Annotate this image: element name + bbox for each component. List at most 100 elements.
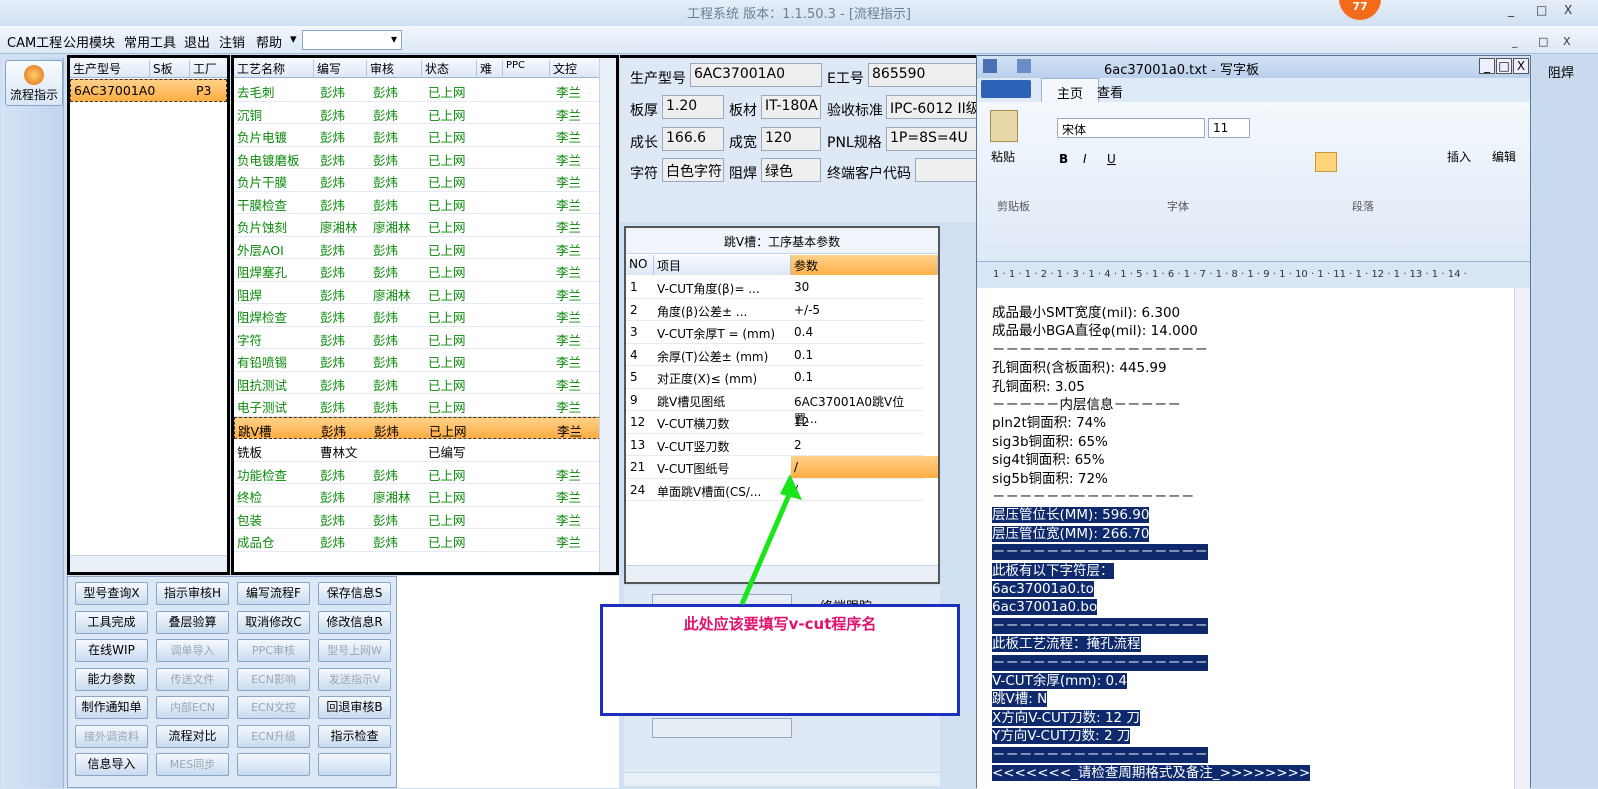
table-row[interactable]: 5 对正度(X)≤ (mm) 0.1 [626, 366, 924, 389]
clipboard-icon[interactable] [990, 110, 1018, 142]
table-row[interactable]: 12 V-CUT横刀数 12 [626, 411, 924, 434]
action-button[interactable]: ECN影响 [237, 667, 310, 691]
table-row[interactable]: 负电镀磨板 彭炜 彭炜 已上网 李兰 [234, 147, 616, 169]
document-area[interactable]: 成品最小SMT宽度(mil): 6.300 成品最小BGA直径φ(mil): 14… [977, 288, 1530, 789]
table-row[interactable]: 有铅喷锡 彭炜 彭炜 已上网 李兰 [234, 349, 616, 372]
table-row[interactable]: 阻焊检查 彭炜 彭炜 已上网 李兰 [234, 304, 616, 327]
action-button[interactable]: 叠层验算 [156, 610, 229, 634]
table-row[interactable]: 3 V-CUT余厚T = (mm) 0.4 [626, 321, 924, 344]
col-header[interactable]: 项目 [654, 255, 791, 275]
table-row[interactable]: 6AC37001A0 P3 [70, 79, 227, 102]
align-left-icon[interactable] [1315, 152, 1337, 172]
paste-label[interactable]: 粘贴 [991, 148, 1015, 165]
pnl-field[interactable]: 1P=8S=4U [886, 127, 980, 151]
table-row[interactable]: 字符 彭炜 彭炜 已上网 李兰 [234, 327, 616, 349]
table-row[interactable]: 4 余厚(T)公差± (mm) 0.1 [626, 344, 924, 366]
table-row[interactable]: 功能检查 彭炜 彭炜 已上网 李兰 [234, 462, 616, 484]
close-button[interactable]: X [1564, 3, 1572, 17]
table-row[interactable]: 去毛刺 彭炜 彭炜 已上网 李兰 [234, 79, 616, 102]
table-row[interactable]: 负片干膜 彭炜 彭炜 已上网 李兰 [234, 169, 616, 192]
char-field[interactable]: 白色字符 [662, 158, 724, 182]
action-button[interactable]: 型号查询X [75, 582, 148, 605]
italic-icon[interactable]: I [1083, 152, 1087, 166]
thickness-field[interactable]: 1.20 [662, 95, 724, 119]
vertical-scrollbar[interactable] [1514, 288, 1530, 789]
bold-icon[interactable]: B [1059, 152, 1068, 166]
action-button[interactable]: 调单导入 [156, 639, 229, 662]
action-button[interactable]: 回退审核B [318, 696, 391, 719]
app-menu-button[interactable] [981, 80, 1031, 98]
table-row[interactable]: 终检 彭炜 廖湘林 已上网 李兰 [234, 484, 616, 507]
table-row[interactable]: 1 V-CUT角度(β)= ... 30 [626, 276, 924, 299]
edit-button[interactable]: 编辑 [1492, 148, 1516, 165]
mdi-minimize-button[interactable]: _ [1512, 35, 1518, 48]
action-button[interactable]: 型号上网W [318, 639, 391, 662]
action-button[interactable]: 指示检查 [318, 724, 391, 748]
action-button[interactable]: 编写流程F [237, 582, 310, 605]
save-icon[interactable] [1017, 59, 1031, 73]
menu-combo[interactable]: ▾ [302, 30, 402, 50]
action-button[interactable]: 保存信息S [318, 582, 391, 605]
table-row[interactable]: 9 跳V槽见图纸 6AC37001A0跳V位置... [626, 389, 924, 426]
col-header[interactable]: 状态 [422, 60, 477, 78]
menu-exit[interactable]: 退出 [184, 32, 210, 51]
col-header[interactable]: 生产型号 [70, 60, 150, 78]
col-header[interactable]: S板 [150, 60, 190, 78]
maximize-button[interactable]: □ [1536, 3, 1547, 17]
width-field[interactable]: 120 [761, 127, 821, 151]
action-button[interactable]: 发送指示V [318, 667, 391, 691]
customer-field[interactable] [915, 158, 980, 182]
prod-model-field[interactable]: 6AC37001A0 [690, 63, 822, 87]
col-header[interactable]: 文控 [550, 60, 600, 78]
minimize-button[interactable]: _ [1508, 3, 1514, 17]
table-row[interactable]: 负片电镀 彭炜 彭炜 已上网 李兰 [234, 124, 616, 147]
horizontal-scrollbar[interactable] [70, 555, 227, 572]
vertical-scrollbar[interactable] [599, 58, 616, 572]
menu-help[interactable]: 帮助 [256, 32, 282, 51]
table-row[interactable]: 负片蚀刻 廖湘林 廖湘林 已上网 李兰 [234, 214, 616, 237]
underline-icon[interactable]: U [1107, 152, 1116, 166]
action-button[interactable]: 工具完成 [75, 610, 148, 634]
mdi-restore-button[interactable]: □ [1538, 35, 1548, 48]
action-button[interactable]: MES同步 [156, 753, 229, 776]
table-row[interactable]: 沉铜 彭炜 彭炜 已上网 李兰 [234, 102, 616, 124]
col-header[interactable]: 编写 [314, 60, 367, 78]
col-header[interactable]: PPC [503, 60, 550, 78]
tab-home[interactable]: 主页 [1041, 78, 1099, 102]
close-button[interactable]: X [1513, 58, 1529, 74]
tab-view[interactable]: 查看 [1097, 82, 1123, 101]
material-field[interactable]: IT-180A [761, 95, 821, 119]
font-name-field[interactable]: 宋体 [1057, 118, 1205, 138]
horizontal-scrollbar[interactable] [624, 772, 940, 786]
col-header[interactable]: 参数 [791, 255, 938, 275]
action-button[interactable]: ECN文控 [237, 696, 310, 719]
table-row[interactable]: 阻焊塞孔 彭炜 彭炜 已上网 李兰 [234, 259, 616, 282]
col-header[interactable]: 审核 [367, 60, 422, 78]
table-row[interactable]: 阻焊 彭炜 廖湘林 已上网 李兰 [234, 282, 616, 304]
table-row[interactable]: 2 角度(β)公差± ... +/-5 [626, 299, 924, 321]
action-button[interactable] [318, 753, 391, 776]
action-button[interactable]: 在线WIP [75, 639, 148, 662]
col-header[interactable]: NO [626, 255, 654, 275]
e-no-field[interactable]: 865590 [868, 63, 980, 87]
col-header[interactable]: 工艺名称 [234, 60, 314, 78]
col-header[interactable]: 工厂 [190, 60, 227, 78]
table-row[interactable]: 阻抗测试 彭炜 彭炜 已上网 李兰 [234, 372, 616, 394]
standard-field[interactable]: IPC-6012 II级 [886, 95, 980, 119]
menu-cam[interactable]: CAM工程 [7, 32, 62, 51]
table-row[interactable]: 电子测试 彭炜 彭炜 已上网 李兰 [234, 394, 616, 417]
menu-more-icon[interactable]: ▾ [290, 32, 297, 47]
length-field[interactable]: 166.6 [662, 127, 724, 151]
maximize-button[interactable]: □ [1496, 58, 1512, 74]
col-header[interactable]: 难 [477, 60, 503, 78]
action-button[interactable]: 能力参数 [75, 667, 148, 691]
action-button[interactable]: 指示审核H [156, 582, 229, 605]
insert-button[interactable]: 插入 [1447, 148, 1471, 165]
mask-field[interactable]: 绿色 [761, 158, 821, 182]
table-row[interactable]: 跳V槽 彭炜 彭炜 已上网 李兰 [234, 416, 616, 439]
table-row[interactable]: 包装 彭炜 彭炜 已上网 李兰 [234, 507, 616, 529]
menu-logout[interactable]: 注销 [219, 32, 245, 51]
mdi-close-button[interactable]: X [1563, 35, 1571, 48]
menu-tools[interactable]: 常用工具 [124, 32, 176, 51]
table-row[interactable]: 成品仓 彭炜 彭炜 已上网 李兰 [234, 529, 616, 552]
